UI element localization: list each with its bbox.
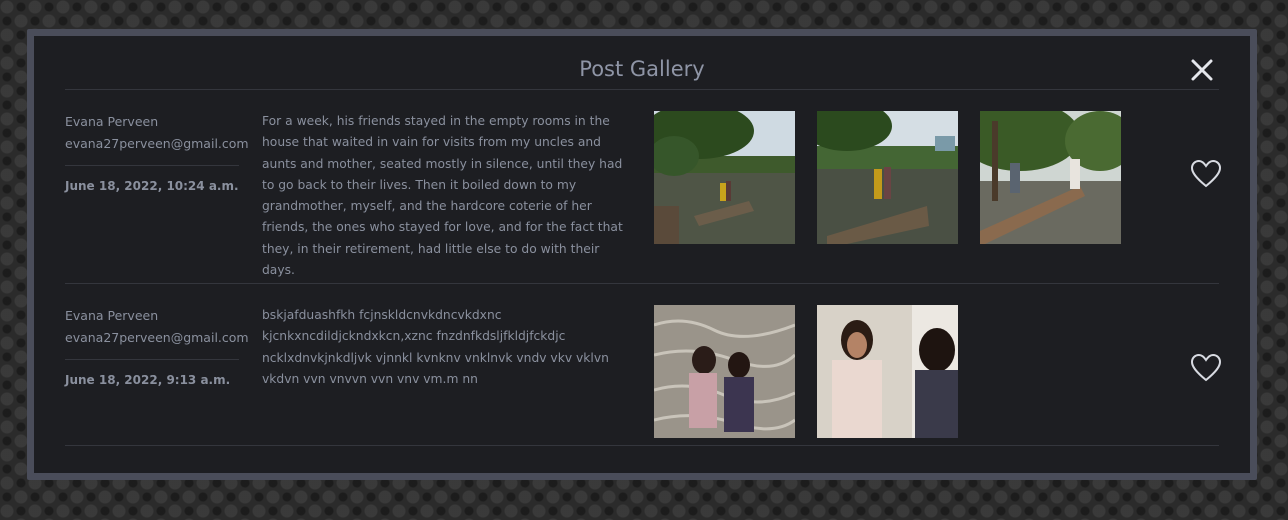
post-photo[interactable]: [817, 305, 958, 438]
modal-title: Post Gallery: [579, 57, 705, 81]
heart-icon: [1190, 159, 1222, 188]
post-author-info: Evana Perveen evana27perveen@gmail.com J…: [65, 305, 249, 387]
lake-photo: [654, 111, 795, 244]
post-author-info: Evana Perveen evana27perveen@gmail.com J…: [65, 111, 249, 193]
post-gallery-modal: Post Gallery Evana Perveen evana27pervee…: [27, 29, 1257, 480]
author-divider: [65, 359, 239, 360]
post-divider: [65, 445, 1219, 446]
author-email: evana27perveen@gmail.com: [65, 136, 249, 151]
post-divider: [65, 283, 1219, 284]
post-body: bskjafduashfkh fcjnskldcnvkdncvkdxnc kjc…: [262, 308, 609, 386]
post-photo[interactable]: [654, 111, 795, 244]
post-body: For a week, his friends stayed in the em…: [262, 114, 623, 278]
post-card: Evana Perveen evana27perveen@gmail.com J…: [65, 111, 1222, 277]
post-photo[interactable]: [980, 111, 1121, 244]
close-button[interactable]: [1188, 56, 1216, 84]
portrait-photo: [817, 305, 958, 438]
lake-photo: [817, 111, 958, 244]
author-email: evana27perveen@gmail.com: [65, 330, 249, 345]
post-photo[interactable]: [817, 111, 958, 244]
park-photo: [980, 111, 1121, 244]
close-icon: [1191, 59, 1213, 81]
author-divider: [65, 165, 239, 166]
post-photo[interactable]: [654, 305, 795, 438]
heart-icon: [1190, 353, 1222, 382]
post-card: Evana Perveen evana27perveen@gmail.com J…: [65, 305, 1222, 465]
header-divider: [65, 89, 1219, 90]
like-button[interactable]: [1190, 353, 1222, 383]
like-button[interactable]: [1190, 159, 1222, 189]
post-date: June 18, 2022, 10:24 a.m.: [65, 179, 239, 193]
post-date: June 18, 2022, 9:13 a.m.: [65, 373, 231, 387]
portrait-photo: [654, 305, 795, 438]
author-name: Evana Perveen: [65, 114, 159, 129]
author-name: Evana Perveen: [65, 308, 159, 323]
